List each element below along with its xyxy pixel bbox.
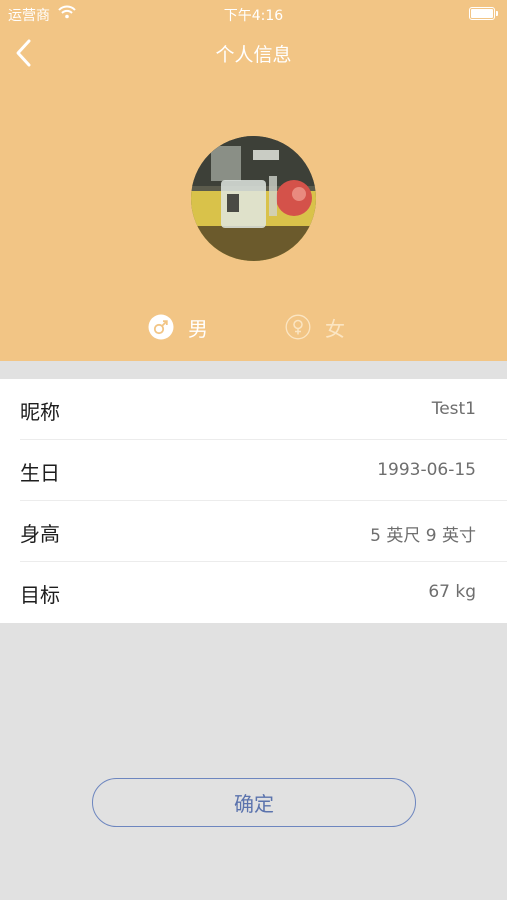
avatar-photo [191,136,316,261]
status-bar: 运营商 下午4:16 [0,0,507,28]
male-symbol-icon [148,314,174,340]
goal-value: 67 kg [428,582,476,602]
birthday-value: 1993-06-15 [377,460,476,480]
status-time: 下午4:16 [223,8,284,24]
profile-header: 运营商 下午4:16 个人信息 男 女 [0,0,507,361]
gender-option-female[interactable]: 女 [285,312,345,342]
battery-icon [469,7,498,20]
female-symbol-icon [285,314,311,340]
row-birthday[interactable]: 生日 1993-06-15 [0,440,507,501]
birthday-label: 生日 [20,461,60,485]
confirm-button[interactable]: 确定 [92,778,416,827]
male-label: 男 [188,316,208,341]
row-nickname[interactable]: 昵称 Test1 [0,379,507,440]
row-height[interactable]: 身高 5 英尺 9 英寸 [0,501,507,562]
profile-list: 昵称 Test1 生日 1993-06-15 身高 5 英尺 9 英寸 目标 6… [0,379,507,623]
row-goal[interactable]: 目标 67 kg [0,562,507,623]
height-label: 身高 [20,522,60,546]
page-title: 个人信息 [215,44,292,66]
gender-option-male[interactable]: 男 [148,312,208,342]
height-value: 5 英尺 9 英寸 [370,526,476,546]
goal-label: 目标 [20,583,60,607]
female-label: 女 [325,316,345,341]
nickname-value: Test1 [431,399,476,419]
nickname-label: 昵称 [20,400,60,424]
avatar[interactable] [191,136,316,261]
